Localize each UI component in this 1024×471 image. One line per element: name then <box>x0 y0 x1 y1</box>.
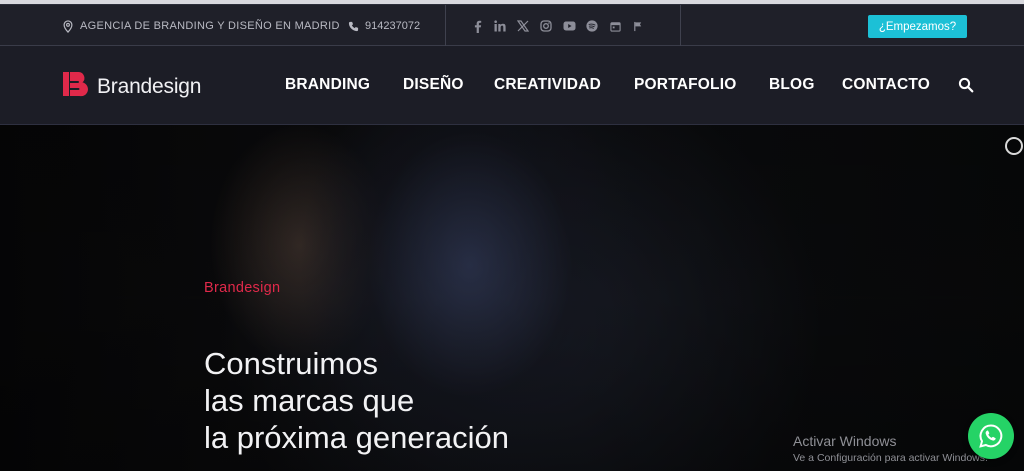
hero-section: Brandesign Construimos las marcas que la… <box>0 125 1024 471</box>
flag-icon[interactable] <box>631 19 645 33</box>
hero-eyebrow: Brandesign <box>204 280 281 296</box>
facebook-icon[interactable] <box>470 19 484 33</box>
nav-item-creatividad[interactable]: CREATIVIDAD <box>494 76 601 94</box>
nav-item-blog[interactable]: BLOG <box>769 76 815 94</box>
x-icon[interactable] <box>516 19 530 33</box>
logo-text: Brandesign <box>97 75 202 98</box>
main-nav: Brandesign BRANDING DISEÑO CREATIVIDAD P… <box>0 46 1024 125</box>
activate-title: Activar Windows <box>793 433 897 449</box>
nav-item-contacto[interactable]: CONTACTO <box>842 76 930 94</box>
slider-indicator-icon[interactable] <box>1005 137 1023 155</box>
top-info-bar: AGENCIA DE BRANDING Y DISEÑO EN MADRID 9… <box>0 4 1024 47</box>
location-pin-icon <box>63 19 73 33</box>
nav-item-diseno[interactable]: DISEÑO <box>403 76 464 94</box>
brandesign-logo-icon <box>63 72 88 97</box>
topbar-divider <box>680 5 681 47</box>
linkedin-icon[interactable] <box>493 19 507 33</box>
location-text: AGENCIA DE BRANDING Y DISEÑO EN MADRID <box>80 20 340 32</box>
hero-background-image <box>0 125 1024 471</box>
headline-line: Construimos <box>204 346 378 381</box>
hero-headline: Construimos las marcas que la próxima ge… <box>204 345 509 456</box>
headline-line: las marcas que <box>204 383 415 418</box>
location-info: AGENCIA DE BRANDING Y DISEÑO EN MADRID <box>62 5 340 47</box>
whatsapp-icon <box>979 424 1003 448</box>
phone-info[interactable]: 914237072 <box>348 5 420 47</box>
brand-logo[interactable]: Brandesign <box>61 64 201 104</box>
search-icon[interactable] <box>958 77 974 93</box>
calendar-icon[interactable] <box>608 19 622 33</box>
topbar-divider <box>445 5 446 47</box>
empezamos-button[interactable]: ¿Empezamos? <box>868 15 967 38</box>
social-links <box>470 5 645 47</box>
nav-item-branding[interactable]: BRANDING <box>285 76 370 94</box>
nav-item-portafolio[interactable]: PORTAFOLIO <box>634 76 736 94</box>
whatsapp-button[interactable] <box>968 413 1014 459</box>
spotify-icon[interactable] <box>585 19 599 33</box>
headline-line: la próxima generación <box>204 420 510 455</box>
phone-icon <box>348 21 359 31</box>
phone-text: 914237072 <box>365 20 421 32</box>
instagram-icon[interactable] <box>539 19 553 33</box>
activate-subtitle: Ve a Configuración para activar Windows. <box>793 452 988 464</box>
youtube-icon[interactable] <box>562 19 576 33</box>
windows-activation-watermark: Activar Windows Ve a Configuración para … <box>793 433 988 464</box>
